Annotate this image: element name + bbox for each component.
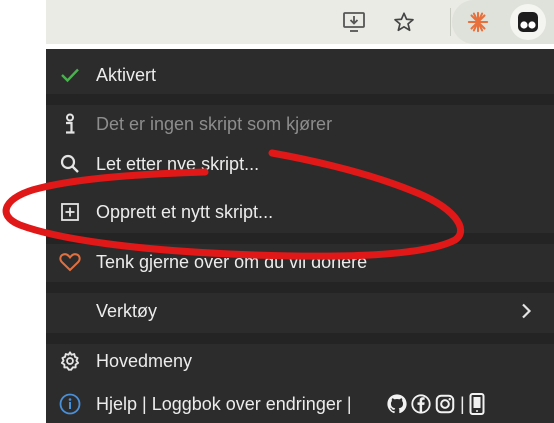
help-changelog-label[interactable]: Hjelp | Loggbok over endringer | (96, 385, 352, 423)
help-row: Hjelp | Loggbok over endringer | | (46, 385, 554, 423)
mobile-app-icon[interactable] (469, 393, 485, 415)
social-links: | (386, 393, 485, 415)
checkmark-icon (58, 63, 82, 87)
tools-submenu-item[interactable]: Verktøy (46, 292, 554, 330)
no-scripts-item: Det er ingen skript som kjører (46, 105, 554, 143)
tools-label: Verktøy (96, 301, 158, 321)
pipe-divider: | (460, 393, 465, 414)
star-icon (394, 12, 414, 32)
tampermonkey-button[interactable] (510, 4, 546, 40)
donate-label: Tenk gjerne over om du vil donere (96, 252, 368, 272)
dashboard-item[interactable]: Hovedmeny (46, 342, 554, 380)
no-scripts-label: Det er ingen skript som kjører (96, 114, 333, 134)
install-icon (343, 12, 365, 32)
search-icon (58, 152, 82, 176)
find-scripts-item[interactable]: Let etter nye skript... (46, 145, 554, 183)
plus-square-icon (58, 200, 82, 224)
bookmark-button[interactable] (388, 6, 420, 38)
separator (46, 94, 554, 105)
donate-item[interactable]: Tenk gjerne over om du vil donere (46, 243, 554, 281)
tampermonkey-menu: Aktivert Det er ingen skript som kjører … (46, 49, 554, 423)
info-circle-icon (58, 392, 82, 416)
toolbar-divider (450, 8, 451, 36)
gear-icon (58, 349, 82, 373)
dashboard-label: Hovedmeny (96, 351, 193, 371)
sun-extension-icon (467, 11, 489, 33)
facebook-icon[interactable] (410, 393, 432, 415)
create-script-label: Opprett et nytt skript... (96, 202, 274, 222)
find-scripts-label: Let etter nye skript... (96, 154, 260, 174)
install-app-button[interactable] (338, 6, 370, 38)
info-i-icon (58, 112, 82, 136)
enabled-toggle[interactable]: Aktivert (46, 56, 554, 94)
heart-icon (58, 250, 82, 274)
enabled-label: Aktivert (96, 65, 157, 85)
instagram-icon[interactable] (434, 393, 456, 415)
github-icon[interactable] (386, 393, 408, 415)
browser-toolbar (46, 0, 554, 44)
tampermonkey-icon (518, 12, 538, 32)
sun-extension-button[interactable] (460, 4, 496, 40)
create-script-item[interactable]: Opprett et nytt skript... (46, 193, 554, 231)
extensions-area (452, 0, 554, 44)
chevron-right-icon (522, 303, 532, 319)
